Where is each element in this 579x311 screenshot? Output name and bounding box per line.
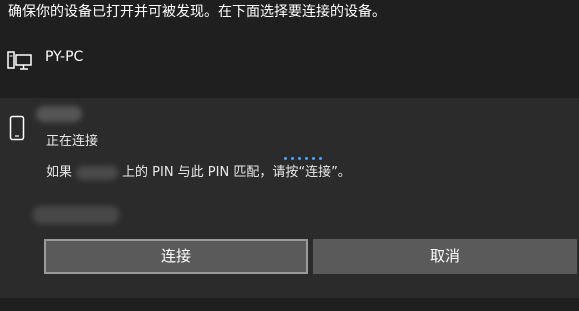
desktop-pc-icon bbox=[7, 51, 32, 70]
redacted-device-name bbox=[36, 106, 82, 122]
pin-instruction-prefix: 如果 bbox=[46, 165, 73, 180]
redacted-device-name-inline bbox=[76, 165, 119, 180]
device-list-item[interactable]: PY-PC bbox=[0, 38, 579, 78]
connect-button[interactable]: 连接 bbox=[44, 239, 308, 274]
redacted-pin-code bbox=[33, 206, 119, 224]
device-name: PY-PC bbox=[45, 49, 84, 65]
pin-instruction: 如果 上的 PIN 与此 PIN 匹配，请按“连接”。 bbox=[46, 164, 351, 182]
progress-spinner bbox=[284, 157, 324, 161]
instruction-text: 确保你的设备已打开并可被发现。在下面选择要连接的设备。 bbox=[8, 4, 386, 20]
phone-icon bbox=[9, 115, 25, 141]
pin-instruction-suffix: 上的 PIN 与此 PIN 匹配，请按“连接”。 bbox=[122, 165, 351, 180]
cancel-button[interactable]: 取消 bbox=[313, 239, 577, 274]
pairing-status: 正在连接 bbox=[46, 134, 99, 149]
pairing-panel: 正在连接 如果 上的 PIN 与此 PIN 匹配，请按“连接”。 连接 取消 bbox=[0, 98, 579, 298]
bluetooth-pairing-window: 确保你的设备已打开并可被发现。在下面选择要连接的设备。 PY-PC 正在连接 如 bbox=[0, 0, 579, 311]
